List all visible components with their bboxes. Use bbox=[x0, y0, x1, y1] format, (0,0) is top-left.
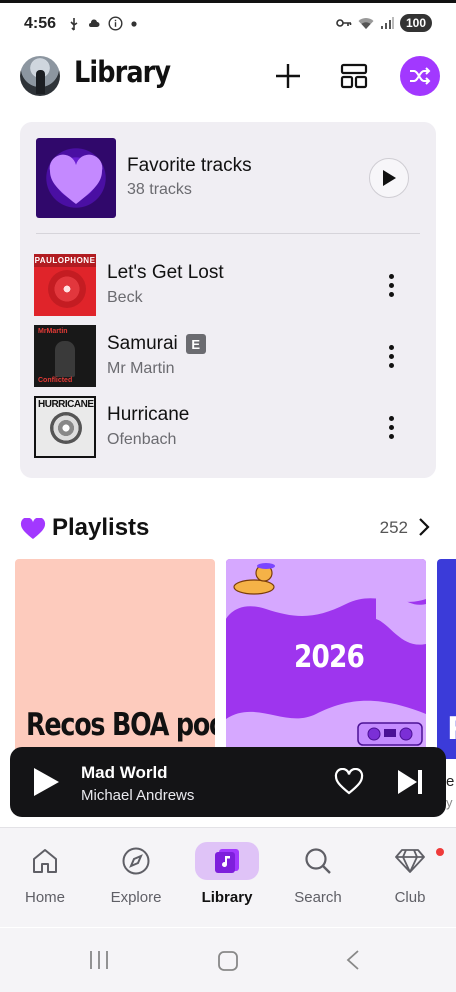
info-icon bbox=[108, 16, 123, 31]
search-icon bbox=[305, 848, 331, 874]
status-time: 4:56 bbox=[24, 15, 57, 32]
favorites-play-button[interactable] bbox=[369, 158, 409, 198]
playlists-title: Playlists bbox=[52, 514, 150, 541]
favorite-tracks-cover[interactable] bbox=[36, 138, 116, 218]
app-screen: 4:56 100 Library Favorite tracks 38 trac… bbox=[0, 0, 456, 992]
track-title: Let's Get Lost bbox=[107, 262, 224, 283]
nav-home[interactable]: Home bbox=[0, 842, 90, 912]
heart-outline-icon[interactable] bbox=[334, 768, 364, 796]
nav-label: Search bbox=[294, 889, 342, 906]
layout-icon bbox=[340, 63, 368, 89]
play-icon bbox=[383, 170, 396, 186]
nav-label: Explore bbox=[110, 889, 162, 906]
track-row[interactable]: PAULOPHONE Let's Get Lost Beck bbox=[34, 254, 426, 318]
playlist-tile[interactable]: R bbox=[437, 559, 456, 759]
nav-club[interactable]: Club bbox=[365, 842, 455, 912]
dog-illustration bbox=[233, 563, 275, 595]
explicit-badge: E bbox=[185, 334, 206, 354]
chevron-right-icon[interactable] bbox=[418, 517, 430, 537]
shuffle-icon bbox=[410, 67, 431, 85]
avatar[interactable] bbox=[20, 56, 60, 96]
status-bar: 4:56 100 bbox=[0, 6, 456, 44]
usb-icon bbox=[70, 17, 78, 31]
system-navigation-bar bbox=[0, 928, 456, 992]
heart-icon bbox=[49, 154, 103, 204]
home-button-icon[interactable] bbox=[217, 950, 239, 972]
notification-badge bbox=[436, 848, 444, 856]
bottom-navigation: Home Explore Library Search Club bbox=[0, 827, 456, 927]
vpn-key-icon bbox=[336, 19, 352, 27]
track-cover: MrMartin Conflicted bbox=[34, 325, 96, 387]
recents-icon[interactable] bbox=[88, 950, 110, 970]
favorite-tracks-title[interactable]: Favorite tracks bbox=[127, 155, 252, 177]
playlist-tile-label: 2026 bbox=[294, 639, 365, 675]
playlists-header[interactable]: Playlists 252 bbox=[20, 512, 436, 544]
library-header: Library bbox=[0, 52, 456, 100]
add-button[interactable] bbox=[270, 58, 306, 94]
library-icon bbox=[215, 849, 239, 873]
home-icon bbox=[33, 849, 57, 873]
more-options-icon[interactable] bbox=[376, 268, 406, 302]
track-cover: PAULOPHONE bbox=[34, 254, 96, 316]
more-options-icon[interactable] bbox=[376, 339, 406, 373]
track-artist: Mr Martin bbox=[107, 360, 175, 377]
heart-icon bbox=[20, 518, 46, 539]
divider bbox=[36, 233, 420, 234]
favorite-tracks-card: Favorite tracks 38 tracks PAULOPHONE Let… bbox=[20, 122, 436, 478]
nav-search[interactable]: Search bbox=[273, 842, 363, 912]
nav-library[interactable]: Library bbox=[182, 842, 272, 912]
skip-next-icon[interactable] bbox=[396, 768, 424, 796]
track-title: Samurai E bbox=[107, 333, 206, 355]
compass-icon bbox=[122, 847, 150, 875]
more-options-icon[interactable] bbox=[376, 410, 406, 444]
boombox-illustration bbox=[357, 722, 423, 746]
signal-icon bbox=[380, 16, 394, 29]
diamond-icon bbox=[395, 849, 425, 873]
battery-indicator: 100 bbox=[399, 14, 432, 32]
status-icons-left bbox=[68, 16, 137, 31]
playlist-tile-label: Recos BOA pool bbox=[26, 707, 215, 743]
now-playing-artist: Michael Andrews bbox=[81, 787, 195, 804]
track-row[interactable]: MrMartin Conflicted Samurai E Mr Martin bbox=[34, 325, 426, 389]
status-icons-right: 100 bbox=[336, 14, 432, 32]
back-icon[interactable] bbox=[346, 950, 360, 970]
now-playing-title: Mad World bbox=[81, 763, 168, 782]
cloud-icon bbox=[89, 18, 100, 27]
layout-button[interactable] bbox=[336, 58, 372, 94]
playlist-tile[interactable]: 2026 bbox=[226, 559, 426, 759]
track-artist: Ofenbach bbox=[107, 431, 177, 448]
page-title: Library bbox=[74, 55, 171, 89]
playlist-tile[interactable]: Recos BOA pool bbox=[15, 559, 215, 759]
track-row[interactable]: HURRICANE Hurricane Ofenbach bbox=[34, 396, 426, 460]
track-cover: HURRICANE bbox=[34, 396, 96, 458]
play-icon[interactable] bbox=[32, 767, 60, 797]
next-item-peek-artist: y bbox=[446, 795, 453, 810]
next-item-peek-title: e bbox=[446, 773, 455, 790]
add-icon bbox=[276, 64, 300, 88]
wifi-icon bbox=[358, 17, 374, 29]
dot-icon bbox=[131, 20, 137, 27]
track-title: Hurricane bbox=[107, 404, 190, 425]
nav-label: Club bbox=[394, 889, 426, 906]
playlist-tile-label: R bbox=[447, 711, 456, 747]
favorite-tracks-count: 38 tracks bbox=[127, 181, 192, 198]
nav-explore[interactable]: Explore bbox=[91, 842, 181, 912]
playlists-count: 252 bbox=[379, 518, 408, 537]
shuffle-button[interactable] bbox=[400, 56, 440, 96]
nav-label: Home bbox=[24, 889, 65, 906]
mini-player[interactable]: Mad World Michael Andrews bbox=[10, 747, 446, 817]
top-edge bbox=[0, 0, 456, 3]
nav-label: Library bbox=[201, 889, 253, 906]
track-artist: Beck bbox=[107, 289, 143, 306]
